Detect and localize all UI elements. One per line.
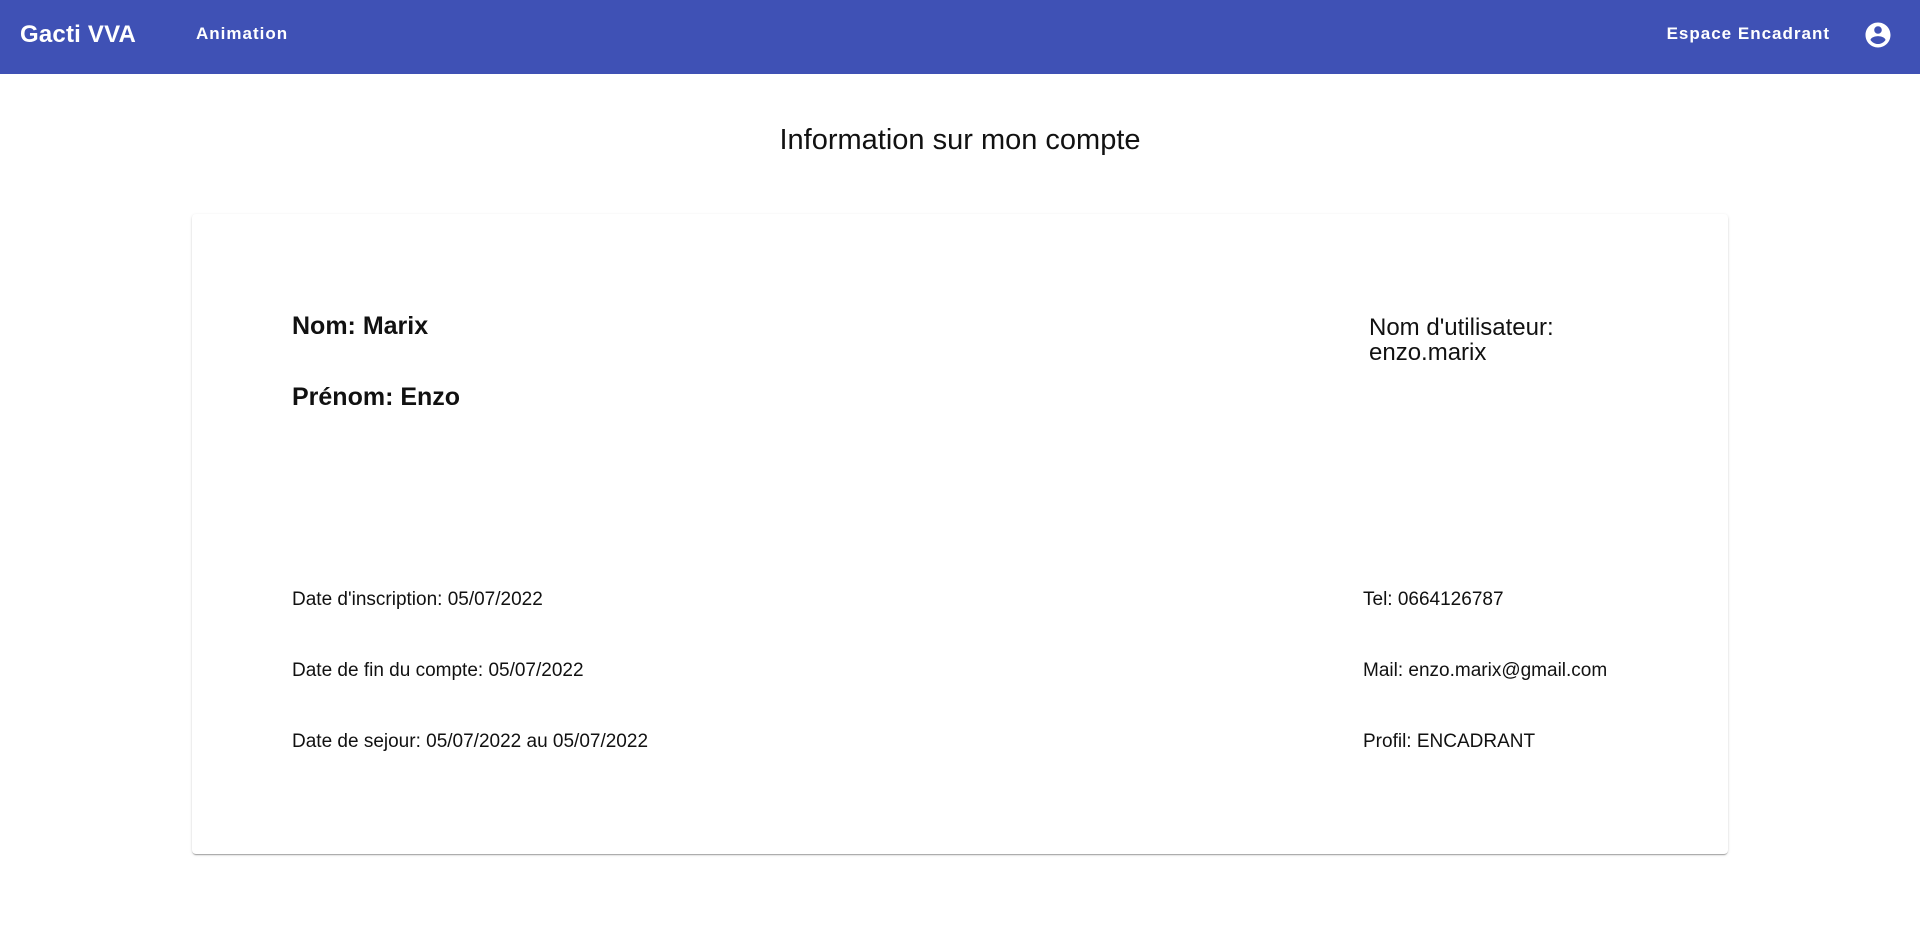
tel-field: Tel: 0664126787 bbox=[1363, 589, 1504, 610]
date-inscription-field: Date d'inscription: 05/07/2022 bbox=[292, 589, 543, 610]
profil-field: Profil: ENCADRANT bbox=[1363, 731, 1536, 752]
nom-field: Nom: Marix bbox=[292, 312, 429, 340]
username-field: Nom d'utilisateur: enzo.marix bbox=[1369, 315, 1609, 365]
mail-field: Mail: enzo.marix@gmail.com bbox=[1363, 660, 1608, 681]
username-label: Nom d'utilisateur: bbox=[1369, 314, 1554, 341]
date-fin-compte-field: Date de fin du compte: 05/07/2022 bbox=[292, 660, 584, 681]
account-button[interactable] bbox=[1860, 17, 1896, 53]
nav-animation-link[interactable]: Animation bbox=[196, 0, 288, 74]
date-sejour-field: Date de sejour: 05/07/2022 au 05/07/2022 bbox=[292, 731, 649, 752]
prenom-field: Prénom: Enzo bbox=[292, 383, 461, 411]
nav-espace-encadrant-link[interactable]: Espace Encadrant bbox=[1667, 0, 1830, 74]
account-circle-icon bbox=[1865, 22, 1891, 48]
account-info-card: Nom: Marix Prénom: Enzo Nom d'utilisateu… bbox=[192, 214, 1728, 854]
page-title: Information sur mon compte bbox=[779, 124, 1141, 156]
top-toolbar: Gacti VVA Animation Espace Encadrant bbox=[0, 0, 1920, 74]
username-value: enzo.marix bbox=[1369, 339, 1487, 366]
app-brand[interactable]: Gacti VVA bbox=[20, 0, 136, 74]
